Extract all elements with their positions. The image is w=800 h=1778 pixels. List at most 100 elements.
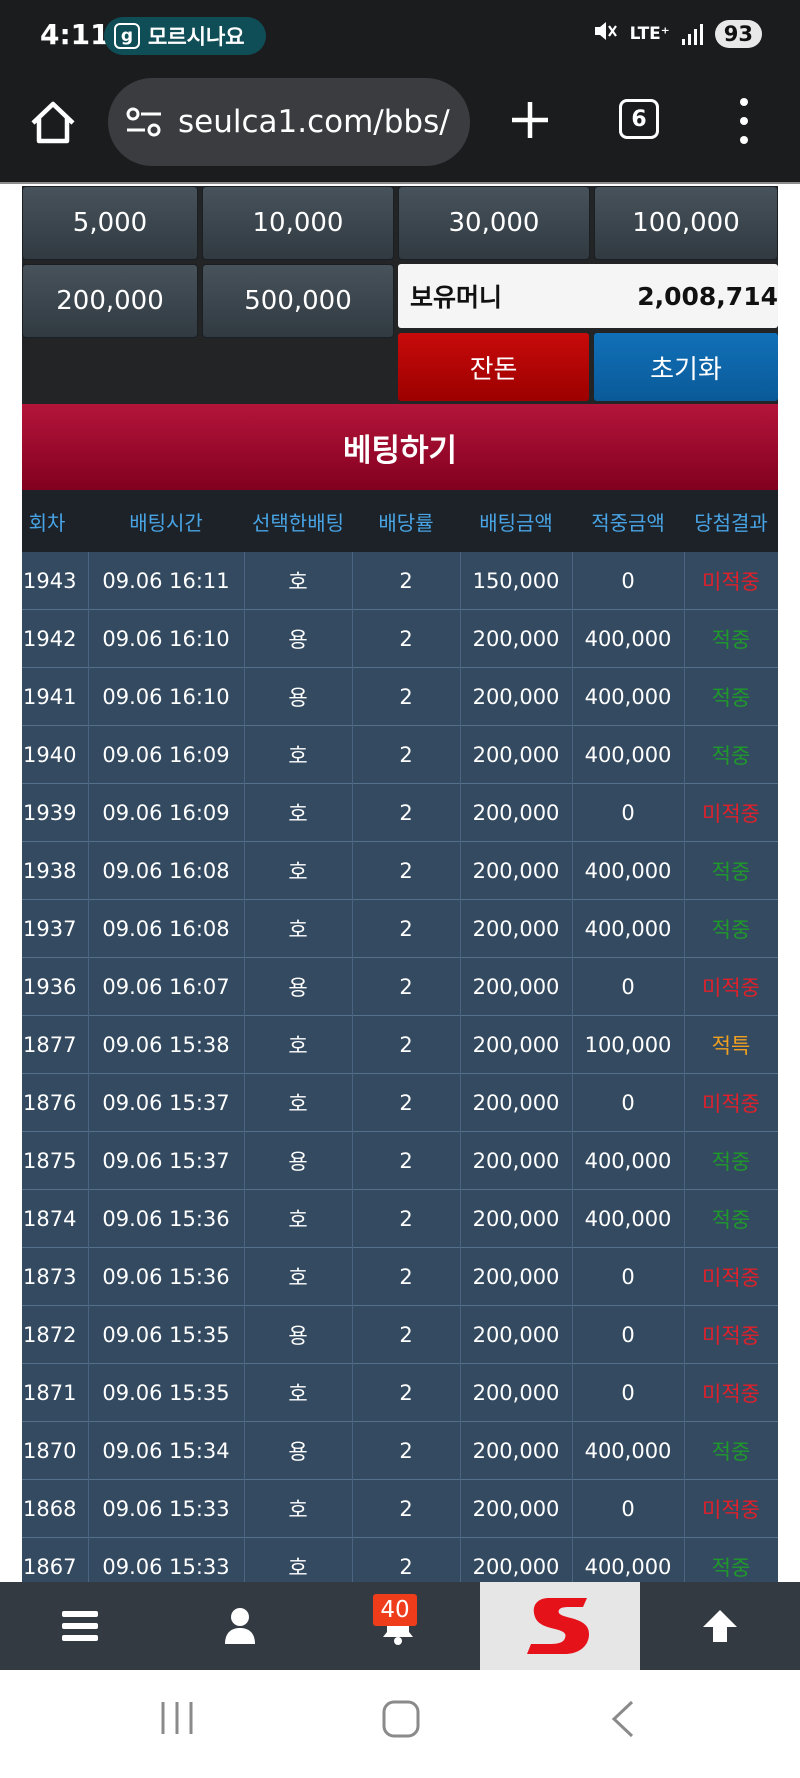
home-button[interactable] bbox=[26, 96, 80, 150]
cell-result: 적중 bbox=[711, 1440, 751, 1464]
cell-round: 1943 bbox=[23, 569, 77, 593]
cell-win-amount: 0 bbox=[621, 975, 635, 999]
col-odds: 배당률 bbox=[378, 510, 434, 535]
table-row: 1940 09.06 16:09 호 2 200,000 400,000 적중 bbox=[22, 726, 778, 784]
cell-result: 적중 bbox=[711, 686, 751, 710]
chip-200000[interactable]: 200,000 bbox=[22, 264, 198, 338]
recent-apps-icon[interactable] bbox=[160, 1700, 194, 1736]
tab-switcher-button[interactable]: 6 bbox=[619, 99, 659, 139]
menu-button[interactable] bbox=[40, 1582, 120, 1670]
cell-result: 적중 bbox=[711, 1208, 751, 1232]
cell-odds: 2 bbox=[399, 1439, 413, 1463]
cell-odds: 2 bbox=[399, 801, 413, 825]
status-icons: LTE⁺ 93 bbox=[592, 18, 762, 50]
cell-odds: 2 bbox=[399, 627, 413, 651]
cell-time: 09.06 16:07 bbox=[102, 975, 230, 999]
cell-bet-amount: 200,000 bbox=[472, 1149, 560, 1173]
chip-10000[interactable]: 10,000 bbox=[202, 186, 394, 260]
cell-round: 1876 bbox=[23, 1091, 77, 1115]
reset-button[interactable]: 초기화 bbox=[594, 333, 778, 401]
cell-bet-amount: 200,000 bbox=[472, 859, 560, 883]
new-tab-button[interactable] bbox=[506, 96, 554, 144]
notification-text: 모르시나요 bbox=[148, 25, 245, 49]
cell-bet-amount: 200,000 bbox=[472, 1381, 560, 1405]
cell-result: 적중 bbox=[711, 918, 751, 942]
cell-odds: 2 bbox=[399, 1555, 413, 1579]
balance-value: 2,008,714 bbox=[637, 281, 778, 311]
cell-win-amount: 0 bbox=[621, 1381, 635, 1405]
cell-bet-amount: 200,000 bbox=[472, 801, 560, 825]
betting-panel: 5,000 10,000 30,000 100,000 200,000 500,… bbox=[22, 186, 778, 1582]
cell-odds: 2 bbox=[399, 569, 413, 593]
cell-odds: 2 bbox=[399, 685, 413, 709]
cell-time: 09.06 16:11 bbox=[102, 569, 230, 593]
cell-time: 09.06 16:09 bbox=[102, 801, 230, 825]
place-bet-button[interactable]: 베팅하기 bbox=[22, 404, 778, 490]
cell-bet-amount: 150,000 bbox=[472, 569, 560, 593]
back-nav-icon[interactable] bbox=[610, 1700, 636, 1738]
cell-round: 1871 bbox=[23, 1381, 77, 1405]
cell-result: 적중 bbox=[711, 628, 751, 652]
network-type: LTE⁺ bbox=[629, 23, 670, 44]
browser-menu-button[interactable] bbox=[737, 98, 751, 144]
user-icon bbox=[225, 1608, 255, 1644]
cell-round: 1939 bbox=[23, 801, 77, 825]
address-bar[interactable]: seulca1.com/bbs/ bbox=[108, 78, 470, 166]
cell-time: 09.06 15:37 bbox=[102, 1091, 230, 1115]
site-logo[interactable] bbox=[480, 1582, 640, 1670]
cell-result: 적중 bbox=[711, 744, 751, 768]
cell-round: 1875 bbox=[23, 1149, 77, 1173]
cell-time: 09.06 16:08 bbox=[102, 859, 230, 883]
home-icon bbox=[31, 101, 75, 144]
cell-bet-amount: 200,000 bbox=[472, 1439, 560, 1463]
chip-30000[interactable]: 30,000 bbox=[398, 186, 590, 260]
cell-pick: 호 bbox=[288, 1092, 308, 1116]
cell-pick: 용 bbox=[288, 1150, 308, 1174]
cell-round: 1873 bbox=[23, 1265, 77, 1289]
table-row: 1877 09.06 15:38 호 2 200,000 100,000 적특 bbox=[22, 1016, 778, 1074]
cell-odds: 2 bbox=[399, 1091, 413, 1115]
cell-pick: 호 bbox=[288, 1034, 308, 1058]
home-nav-icon[interactable] bbox=[382, 1700, 420, 1738]
table-row: 1872 09.06 15:35 용 2 200,000 0 미적중 bbox=[22, 1306, 778, 1364]
cell-result: 적중 bbox=[711, 1556, 751, 1580]
cell-round: 1872 bbox=[23, 1323, 77, 1347]
cell-pick: 호 bbox=[288, 1382, 308, 1406]
balance-box: 보유머니 2,008,714 bbox=[398, 264, 778, 328]
cell-pick: 용 bbox=[288, 1440, 308, 1464]
cell-time: 09.06 15:36 bbox=[102, 1207, 230, 1231]
plus-icon bbox=[512, 102, 548, 138]
cell-time: 09.06 15:35 bbox=[102, 1381, 230, 1405]
cell-bet-amount: 200,000 bbox=[472, 1091, 560, 1115]
cell-pick: 호 bbox=[288, 744, 308, 768]
col-bet: 배팅금액 bbox=[479, 510, 553, 535]
cell-bet-amount: 200,000 bbox=[472, 1323, 560, 1347]
cell-pick: 용 bbox=[288, 686, 308, 710]
chip-5000[interactable]: 5,000 bbox=[22, 186, 198, 260]
user-button[interactable] bbox=[200, 1582, 280, 1670]
cell-result: 미적중 bbox=[702, 802, 760, 826]
cell-round: 1942 bbox=[23, 627, 77, 651]
col-pick: 선택한배팅 bbox=[252, 510, 344, 535]
col-round: 회차 bbox=[28, 510, 66, 535]
cell-win-amount: 100,000 bbox=[584, 1033, 672, 1057]
change-button[interactable]: 잔돈 bbox=[398, 333, 589, 401]
cell-odds: 2 bbox=[399, 1033, 413, 1057]
cell-odds: 2 bbox=[399, 743, 413, 767]
menu-icon bbox=[62, 1611, 98, 1641]
table-row: 1867 09.06 15:33 호 2 200,000 400,000 적중 bbox=[22, 1538, 778, 1582]
cell-round: 1870 bbox=[23, 1439, 77, 1463]
chip-100000[interactable]: 100,000 bbox=[594, 186, 778, 260]
scroll-top-button[interactable] bbox=[680, 1582, 760, 1670]
cell-win-amount: 400,000 bbox=[584, 1149, 672, 1173]
table-row: 1870 09.06 15:34 용 2 200,000 400,000 적중 bbox=[22, 1422, 778, 1480]
cell-time: 09.06 16:08 bbox=[102, 917, 230, 941]
signal-icon bbox=[681, 23, 703, 45]
chip-500000[interactable]: 500,000 bbox=[202, 264, 394, 338]
cell-result: 미적중 bbox=[702, 1498, 760, 1522]
cell-win-amount: 400,000 bbox=[584, 1555, 672, 1579]
table-row: 1938 09.06 16:08 호 2 200,000 400,000 적중 bbox=[22, 842, 778, 900]
notification-pill[interactable]: g 모르시나요 bbox=[104, 17, 266, 55]
table-row: 1868 09.06 15:33 호 2 200,000 0 미적중 bbox=[22, 1480, 778, 1538]
status-bar: 4:11 g 모르시나요 LTE⁺ 93 bbox=[0, 0, 800, 72]
